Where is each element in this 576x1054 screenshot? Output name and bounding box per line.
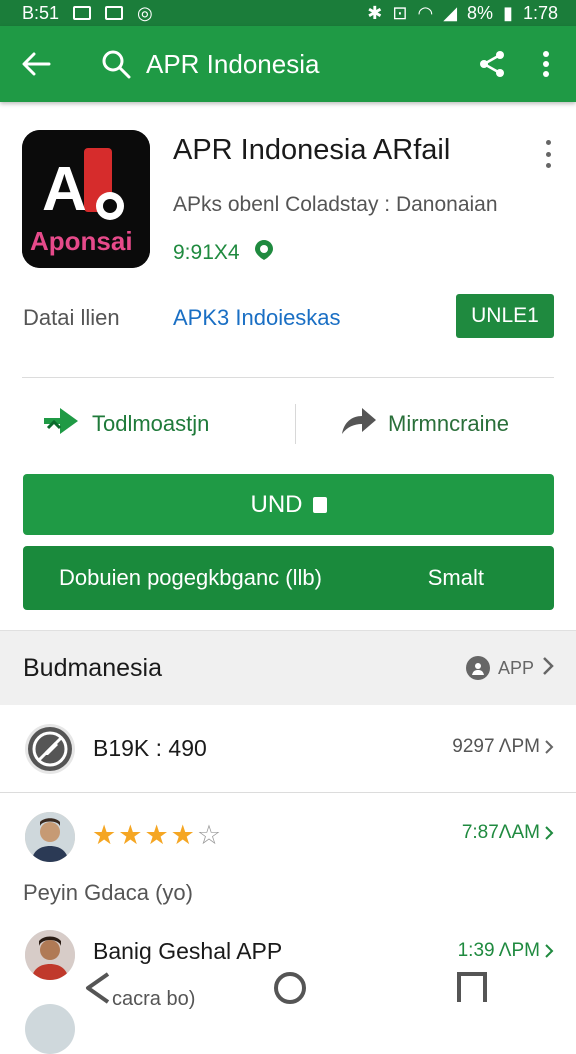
chevron-right-icon	[542, 656, 554, 681]
app-icon-letter: A	[42, 155, 87, 224]
app-icon-wordmark: Aponsai	[30, 226, 133, 256]
back-arrow-icon[interactable]	[16, 44, 56, 84]
signal-icon: ◢	[443, 2, 458, 23]
wifi-icon: ◠	[417, 2, 434, 23]
search-icon[interactable]	[98, 46, 134, 82]
share-icon[interactable]	[472, 44, 512, 84]
toolbar-search-query[interactable]: APR Indonesia	[146, 49, 319, 80]
app-title: APR Indonesia ARfail	[173, 134, 451, 166]
list-item-time-text: 9297 ΛPM	[452, 736, 540, 757]
system-nav-bar	[0, 950, 576, 1024]
list-item-time: 9297 ΛPM	[452, 736, 554, 758]
action-right-label: Mirmncraine	[388, 411, 510, 436]
rating-stars: ★ ★ ★ ★ ☆	[92, 822, 221, 849]
mute-icon: ✱	[367, 2, 383, 23]
install-arrow-icon	[42, 404, 82, 444]
action-separator	[295, 404, 296, 444]
nav-recents-icon[interactable]	[452, 968, 492, 1008]
star-filled-icon: ★	[170, 820, 195, 850]
mail-notification-icon	[105, 6, 124, 20]
action-right[interactable]: Mirmncraine	[338, 402, 509, 446]
primary-button-label: UND	[250, 490, 303, 518]
action-left[interactable]: Todlmoastjn	[42, 402, 209, 446]
action-left-label: Todlmoastjn	[92, 411, 210, 436]
status-time-left: B:51	[22, 2, 60, 23]
primary-action-button[interactable]: UND	[23, 474, 554, 535]
list-item[interactable]: B19K : 490 9297 ΛPM	[0, 704, 576, 792]
secondary-button-size: Smalt	[427, 565, 484, 590]
app-developer[interactable]: APks obenl Coladstay : Danonaian	[173, 193, 498, 217]
review-time: 7:87ΛAM	[462, 822, 554, 844]
divider	[22, 377, 554, 378]
battery-icon: ▮	[503, 2, 513, 23]
detail-link[interactable]: APK3 Indoieskas	[173, 305, 341, 331]
sync-notification-icon: ◎	[137, 2, 153, 23]
status-bar: B:51 ◎ ✱ ⊡ ◠ ◢ 8% ▮ 1:78	[0, 0, 576, 26]
app-meta: 9:91X4	[173, 238, 276, 268]
star-filled-icon: ★	[118, 820, 143, 850]
review-item[interactable]: 7:87ΛAM Peyin Gdaca (yo)	[0, 792, 576, 912]
overflow-menu-icon[interactable]	[526, 44, 566, 84]
detail-label: Datai llien	[23, 305, 120, 330]
chevron-right-icon	[545, 826, 554, 840]
status-time-right: 1:78	[522, 2, 558, 23]
nav-home-icon[interactable]	[270, 968, 310, 1008]
star-filled-icon: ★	[92, 820, 117, 850]
chevron-right-icon	[545, 740, 554, 754]
review-time-text: 7:87ΛAM	[461, 822, 540, 843]
app-icon: A Aponsai	[22, 130, 150, 268]
data-icon: ⊡	[392, 2, 408, 23]
app-size-text: 9:91X4	[173, 241, 240, 264]
primary-button-icon	[312, 496, 327, 513]
section-right-label: APP	[497, 657, 534, 678]
verified-badge-icon	[252, 238, 276, 268]
review-caption: Peyin Gdaca (yo)	[23, 880, 193, 905]
reviewer-avatar	[25, 812, 75, 862]
no-edit-icon	[25, 724, 75, 774]
star-filled-icon: ★	[144, 820, 169, 850]
uninstall-button[interactable]: UNLE1	[456, 294, 554, 338]
battery-percent: 8%	[467, 2, 494, 23]
app-options-icon[interactable]	[540, 140, 556, 168]
image-notification-icon	[73, 6, 92, 20]
nav-back-icon[interactable]	[80, 968, 120, 1008]
app-toolbar: APR Indonesia	[0, 26, 576, 102]
section-header[interactable]: Budmanesia APP	[0, 630, 576, 705]
forward-arrow-icon	[338, 404, 378, 444]
secondary-button-label: Dobuien pogegkbganc (llb)	[59, 565, 322, 590]
list-item-text: B19K : 490	[93, 735, 207, 761]
avatar-badge-icon	[465, 656, 490, 680]
secondary-action-button[interactable]: Dobuien pogegkbganc (llb) Smalt	[23, 546, 554, 610]
section-title: Budmanesia	[23, 653, 162, 682]
star-empty-icon: ☆	[196, 820, 222, 850]
